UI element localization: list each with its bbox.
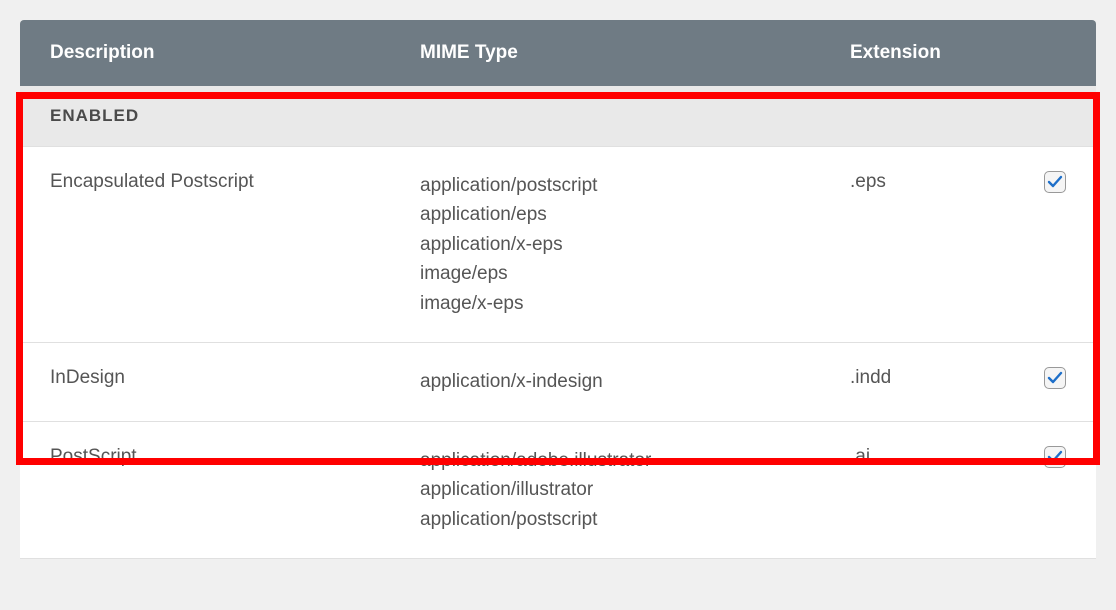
row-description: PostScript	[50, 446, 420, 468]
mime-type-value: application/adobe.illustrator	[420, 446, 850, 475]
table-row: PostScriptapplication/adobe.illustratora…	[20, 422, 1096, 559]
mime-type-value: image/eps	[420, 259, 850, 288]
row-mime-types: application/adobe.illustratorapplication…	[420, 446, 850, 534]
row-checkbox-cell	[1026, 446, 1066, 468]
mime-type-value: application/eps	[420, 200, 850, 229]
mime-type-value: application/postscript	[420, 171, 850, 200]
header-mime: MIME Type	[420, 42, 850, 64]
header-extension: Extension	[850, 42, 1066, 64]
row-mime-types: application/x-indesign	[420, 367, 850, 396]
table-header: Description MIME Type Extension	[20, 20, 1096, 86]
mime-types-table: Description MIME Type Extension ENABLED …	[20, 20, 1096, 559]
row-extension: .ai	[850, 446, 1026, 468]
row-description: Encapsulated Postscript	[50, 171, 420, 193]
enabled-checkbox[interactable]	[1044, 171, 1066, 193]
row-checkbox-cell	[1026, 171, 1066, 193]
section-header-enabled: ENABLED	[20, 86, 1096, 147]
table-row: Encapsulated Postscriptapplication/posts…	[20, 147, 1096, 343]
enabled-checkbox[interactable]	[1044, 446, 1066, 468]
row-description: InDesign	[50, 367, 420, 389]
mime-type-value: application/x-indesign	[420, 367, 850, 396]
mime-type-value: image/x-eps	[420, 289, 850, 318]
row-extension: .eps	[850, 171, 1026, 193]
enabled-checkbox[interactable]	[1044, 367, 1066, 389]
row-mime-types: application/postscriptapplication/epsapp…	[420, 171, 850, 318]
mime-type-value: application/x-eps	[420, 230, 850, 259]
table-row: InDesignapplication/x-indesign.indd	[20, 343, 1096, 421]
header-description: Description	[50, 42, 420, 64]
row-checkbox-cell	[1026, 367, 1066, 389]
row-extension: .indd	[850, 367, 1026, 389]
mime-type-value: application/postscript	[420, 505, 850, 534]
mime-type-value: application/illustrator	[420, 475, 850, 504]
